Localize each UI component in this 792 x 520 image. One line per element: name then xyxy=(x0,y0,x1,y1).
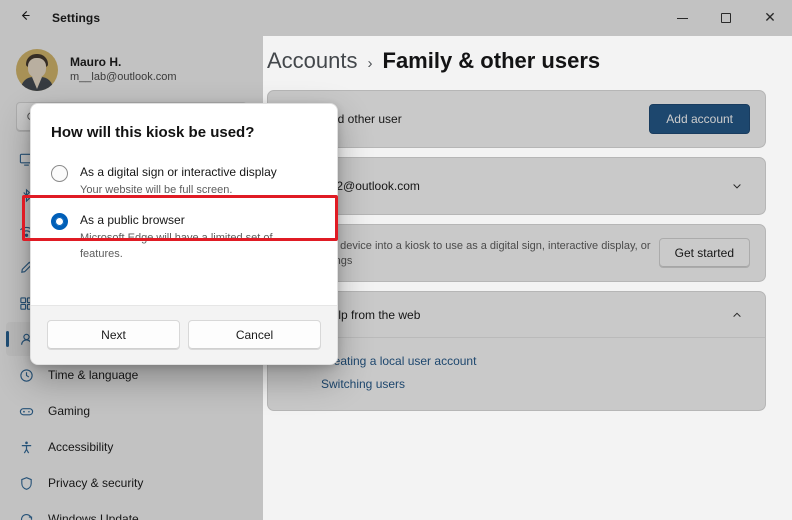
add-other-user-title: Add other user xyxy=(323,112,402,126)
avatar xyxy=(16,49,58,91)
kiosk-text: his device into a kiosk to use as a digi… xyxy=(323,238,659,269)
breadcrumb-parent[interactable]: Accounts xyxy=(267,48,358,74)
next-button[interactable]: Next xyxy=(47,320,180,350)
maximize-button[interactable] xyxy=(704,0,748,36)
dialog-body: How will this kiosk be used? As a digita… xyxy=(31,104,337,305)
main-content: Accounts › Family & other users Add othe… xyxy=(263,36,792,520)
account-text: ab2@outlook.com xyxy=(323,178,724,194)
radio-option-public-browser-text: As a public browser Microsoft Edge will … xyxy=(80,212,317,262)
back-arrow-icon xyxy=(19,9,32,27)
dialog-spacer xyxy=(51,271,317,305)
radio-option-subtitle: Your website will be full screen. xyxy=(80,184,233,196)
sidebar-item-label: Gaming xyxy=(48,404,91,418)
privacy-security-icon xyxy=(16,473,36,493)
kiosk-description: his device into a kiosk to use as a digi… xyxy=(323,239,651,267)
other-users-card: Add other user Add account xyxy=(267,90,766,148)
radio-option-title: As a public browser xyxy=(80,213,185,227)
radio-option-digital-sign[interactable]: As a digital sign or interactive display… xyxy=(51,159,317,207)
cancel-button[interactable]: Cancel xyxy=(188,320,321,350)
help-title: Help from the web xyxy=(323,307,421,322)
profile-email: m__lab@outlook.com xyxy=(70,71,177,83)
radio-option-subtitle: Microsoft Edge will have a limited set o… xyxy=(80,232,273,260)
help-links: Creating a local user account Switching … xyxy=(268,338,765,410)
kiosk-row: his device into a kiosk to use as a digi… xyxy=(268,225,765,281)
dialog-title: How will this kiosk be used? xyxy=(51,124,255,141)
radio-selected-icon[interactable] xyxy=(51,213,68,230)
account-card[interactable]: ab2@outlook.com xyxy=(267,157,766,215)
kiosk-setup-dialog: How will this kiosk be used? As a digita… xyxy=(30,103,338,365)
sidebar-item-privacy-security[interactable]: Privacy & security xyxy=(6,466,257,500)
time-language-icon xyxy=(16,365,36,385)
add-other-user-row: Add other user Add account xyxy=(268,91,765,147)
breadcrumb: Accounts › Family & other users xyxy=(267,36,766,90)
window-controls: ✕ xyxy=(660,0,792,36)
radio-option-public-browser[interactable]: As a public browser Microsoft Edge will … xyxy=(51,207,317,271)
title-bar: Settings ✕ xyxy=(0,0,792,36)
help-title-wrap: Help from the web xyxy=(323,307,724,323)
sidebar-item-windows-update[interactable]: Windows Update xyxy=(6,502,257,520)
radio-option-title: As a digital sign or interactive display xyxy=(80,165,277,179)
profile-block[interactable]: Mauro H. m__lab@outlook.com xyxy=(0,40,263,96)
help-header[interactable]: Help from the web xyxy=(268,292,765,338)
accessibility-icon xyxy=(16,437,36,457)
sidebar-item-label: Windows Update xyxy=(48,512,139,520)
help-link-switching-users[interactable]: Switching users xyxy=(321,373,750,396)
gaming-icon xyxy=(16,401,36,421)
page-title: Family & other users xyxy=(382,48,601,73)
breadcrumb-separator-icon: › xyxy=(367,55,373,72)
back-button[interactable] xyxy=(10,3,40,33)
get-started-button[interactable]: Get started xyxy=(658,238,750,268)
radio-option-digital-sign-text: As a digital sign or interactive display… xyxy=(80,164,277,198)
sidebar-item-accessibility[interactable]: Accessibility xyxy=(6,430,257,464)
windows-update-icon xyxy=(16,509,36,520)
minimize-button[interactable] xyxy=(660,0,704,36)
sidebar-item-label: Accessibility xyxy=(48,440,114,454)
sidebar-item-label: Privacy & security xyxy=(48,476,144,490)
radio-unselected-icon[interactable] xyxy=(51,165,68,182)
profile-name: Mauro H. xyxy=(70,55,122,69)
app-title: Settings xyxy=(52,11,101,25)
dialog-footer: Next Cancel xyxy=(31,305,337,364)
settings-window: Settings ✕ Mauro H. m__lab@outlook.com T… xyxy=(0,0,792,520)
chevron-down-icon[interactable] xyxy=(724,173,750,199)
profile-text: Mauro H. m__lab@outlook.com xyxy=(70,55,177,85)
close-button[interactable]: ✕ xyxy=(748,0,792,36)
maximize-icon xyxy=(721,13,731,23)
close-icon: ✕ xyxy=(764,10,776,26)
add-other-user-text: Add other user xyxy=(323,111,649,127)
chevron-up-icon[interactable] xyxy=(724,302,750,328)
account-email: ab2@outlook.com xyxy=(323,179,420,193)
sidebar-item-label: Time & language xyxy=(48,368,139,382)
minimize-icon xyxy=(676,17,688,19)
account-row[interactable]: ab2@outlook.com xyxy=(268,158,765,214)
kiosk-card: his device into a kiosk to use as a digi… xyxy=(267,224,766,282)
help-card: Help from the web Creating a local user … xyxy=(267,291,766,411)
help-link-create-local-account[interactable]: Creating a local user account xyxy=(321,350,750,373)
sidebar-item-gaming[interactable]: Gaming xyxy=(6,394,257,428)
add-account-button[interactable]: Add account xyxy=(649,104,750,134)
